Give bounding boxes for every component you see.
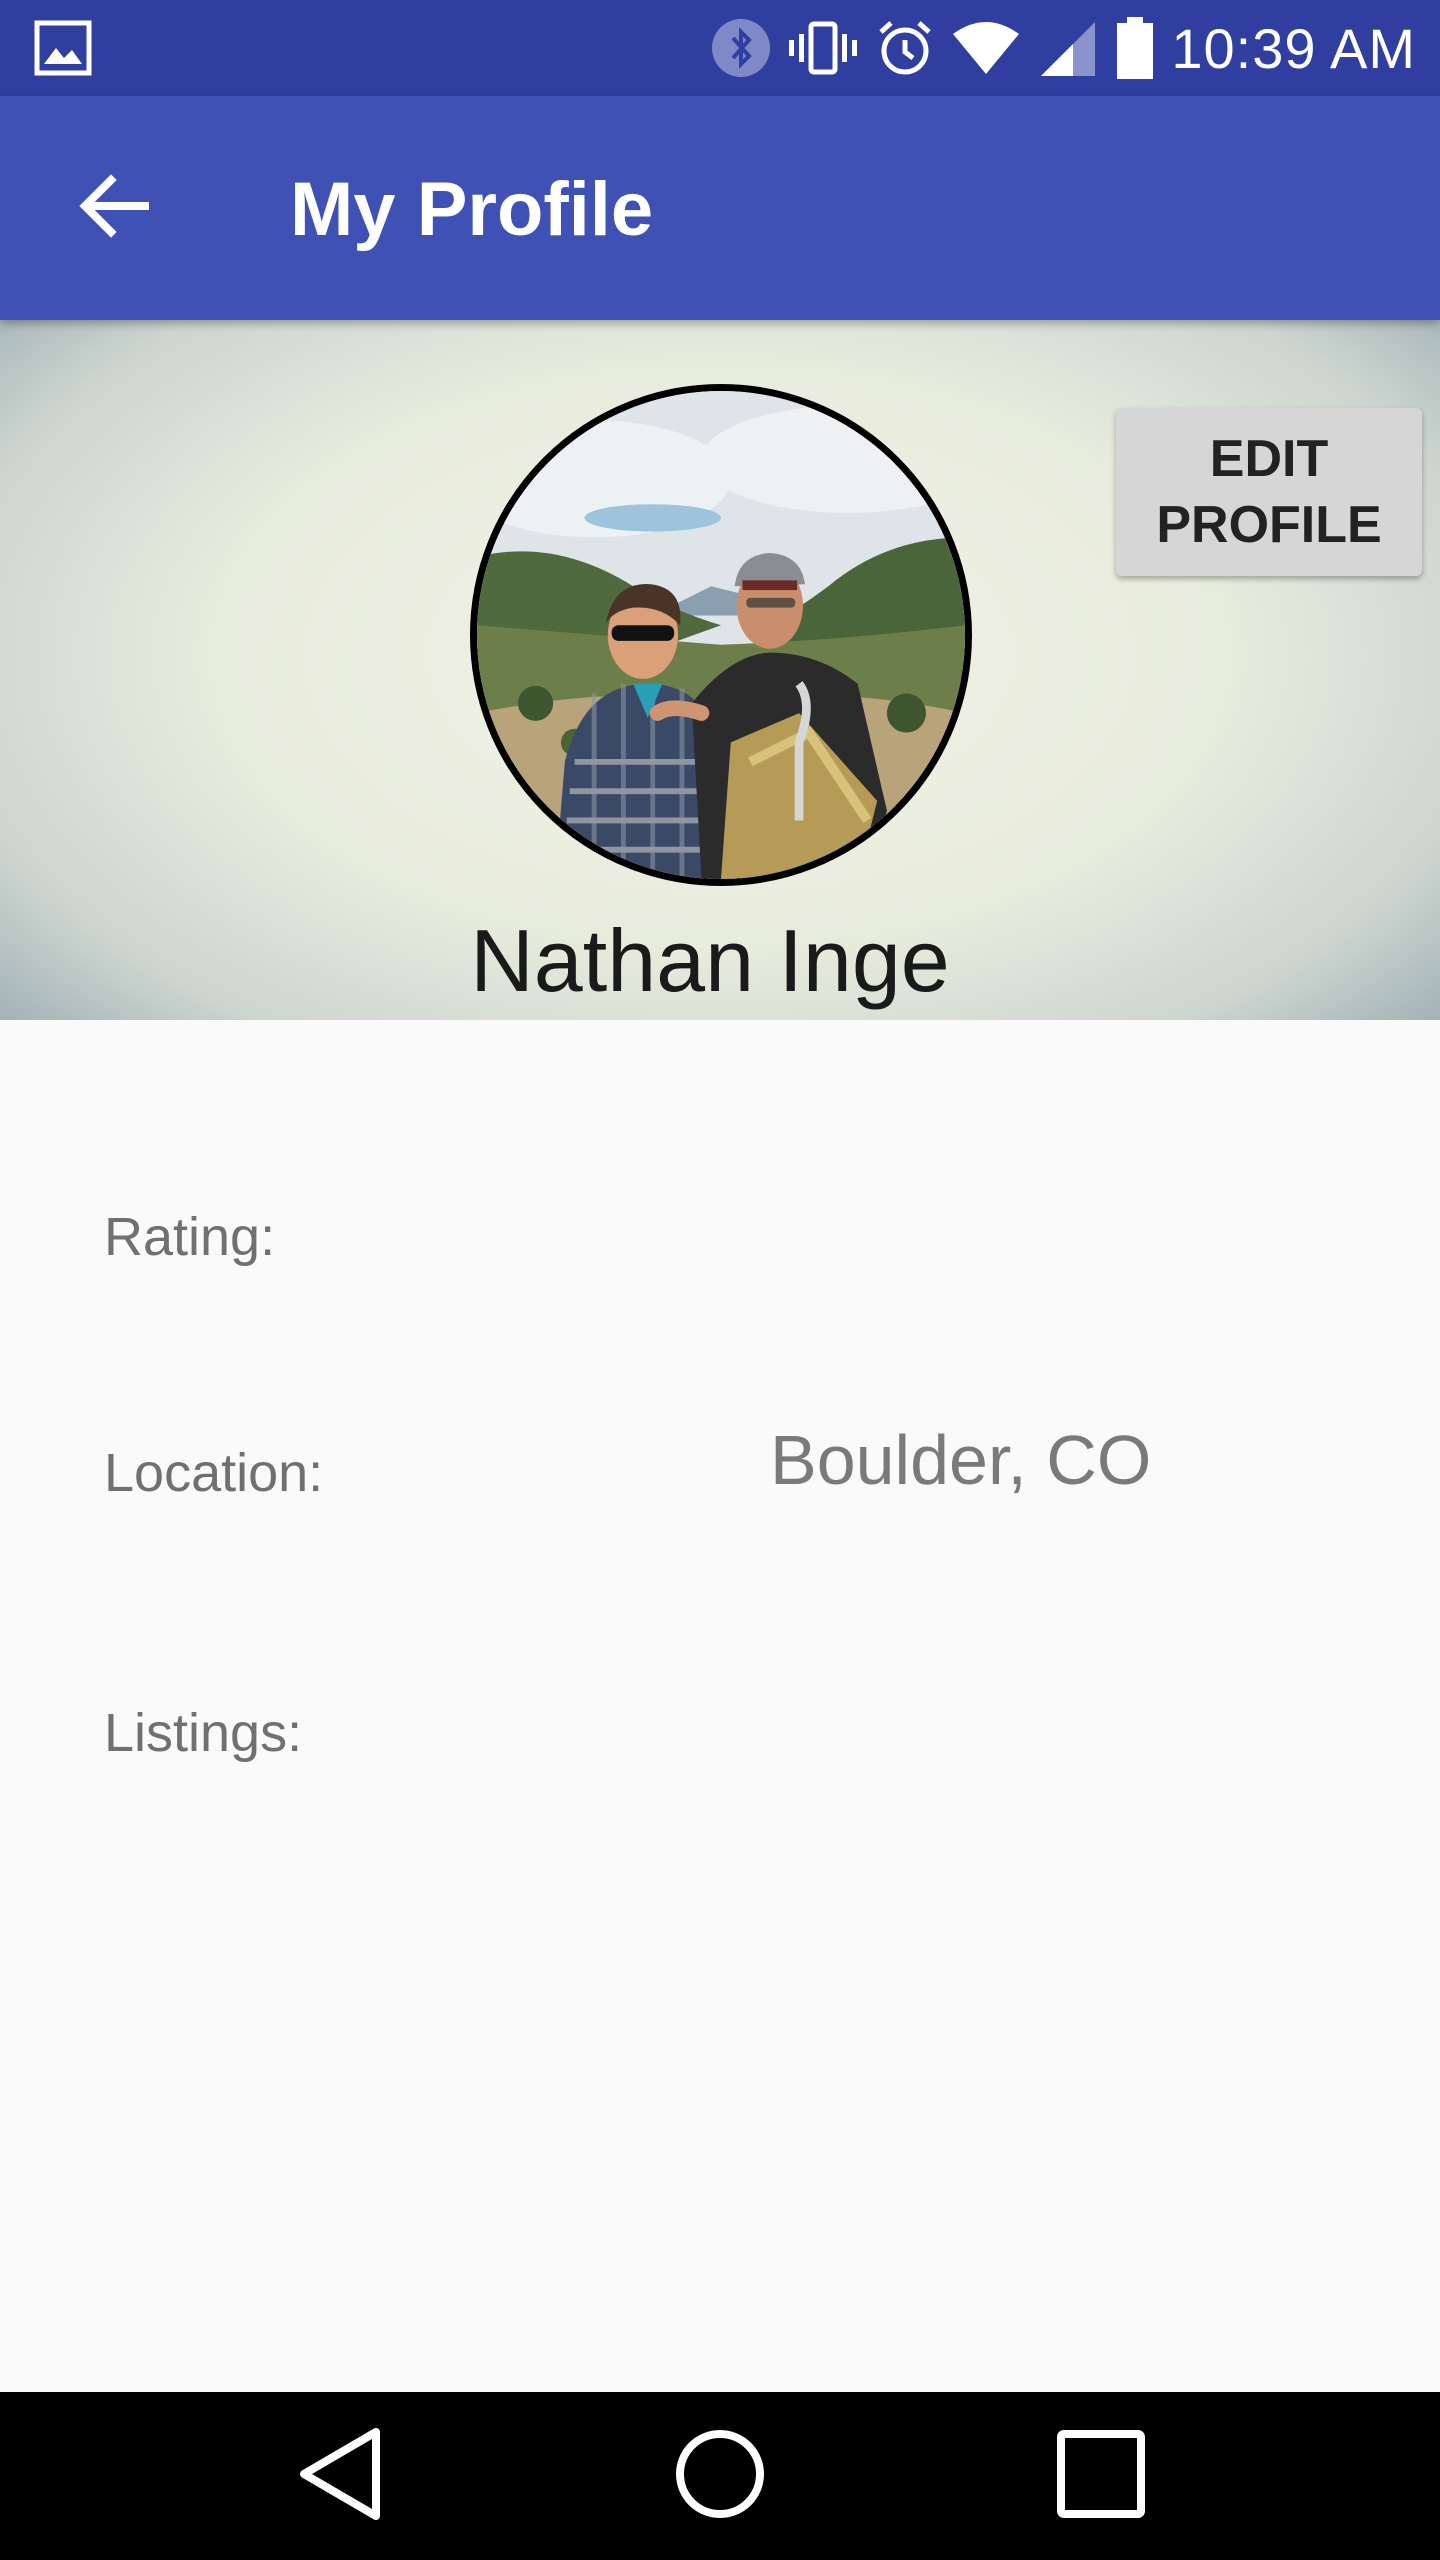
listings-label: Listings: [104, 1703, 303, 1763]
nav-home-button[interactable] [665, 2426, 775, 2526]
signal-icon [1037, 18, 1099, 78]
back-button[interactable] [64, 158, 164, 258]
profile-header: EDIT PROFILE Nathan Inge [0, 320, 1440, 1020]
alarm-icon [875, 18, 935, 78]
nav-back-button[interactable] [286, 2426, 396, 2526]
location-label: Location: [104, 1443, 324, 1503]
profile-name: Nathan Inge [470, 911, 950, 1010]
arrow-back-icon [79, 173, 149, 243]
battery-icon [1115, 17, 1155, 79]
profile-photo [477, 391, 965, 879]
location-value: Boulder, CO [770, 1421, 1152, 1499]
vibrate-icon [787, 18, 859, 78]
status-bar: 10:39 AM [0, 0, 1440, 96]
rating-label: Rating: [104, 1207, 276, 1267]
wifi-icon [951, 18, 1021, 78]
bluetooth-icon [711, 18, 771, 78]
app-bar: My Profile [0, 96, 1440, 320]
recents-square-icon [1053, 2426, 1149, 2527]
status-time: 10:39 AM [1171, 16, 1416, 80]
avatar [470, 384, 972, 886]
home-circle-icon [672, 2426, 768, 2527]
status-icons: 10:39 AM [711, 0, 1416, 96]
system-nav-bar [0, 2392, 1440, 2560]
page-title: My Profile [290, 167, 654, 252]
edit-profile-button[interactable]: EDIT PROFILE [1116, 408, 1422, 576]
nav-recents-button[interactable] [1046, 2426, 1156, 2526]
image-icon [34, 20, 92, 76]
back-triangle-icon [296, 2426, 386, 2527]
